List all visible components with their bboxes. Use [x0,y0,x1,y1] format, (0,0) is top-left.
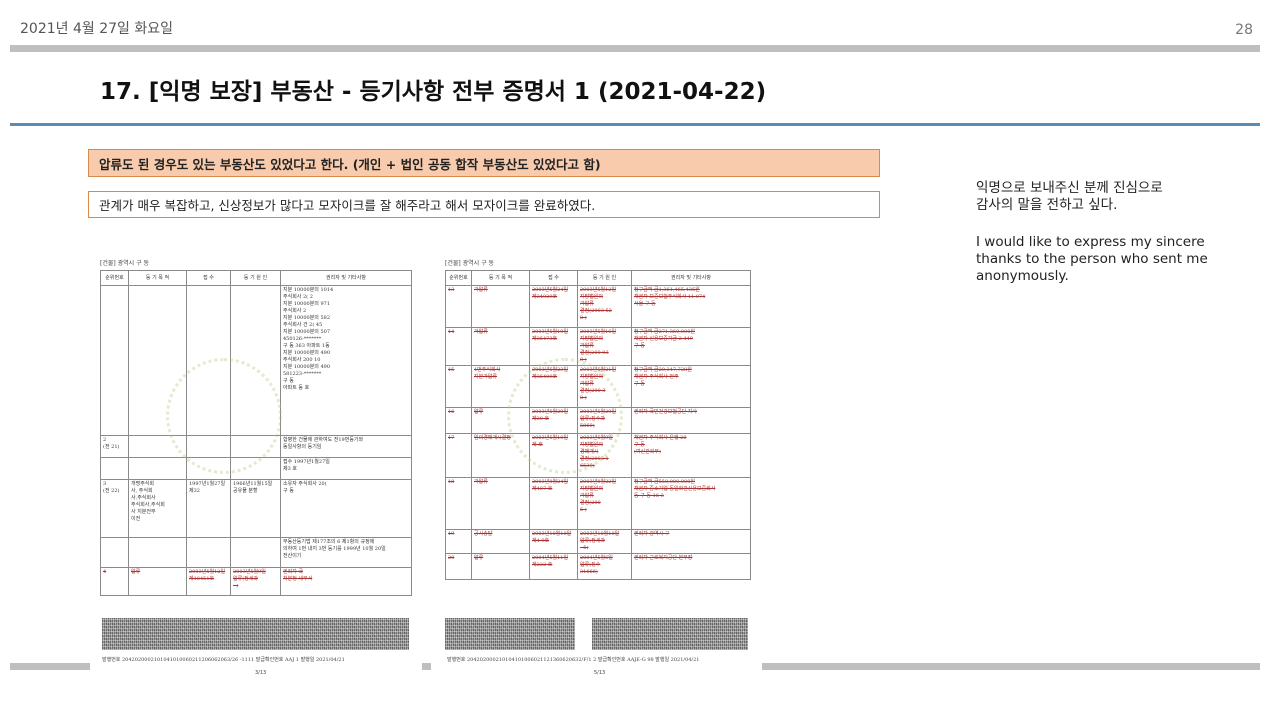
mosaic-redaction [445,618,575,650]
document-heading: [건물] 광역시 구 동 [445,260,495,267]
table-cell: 2003년10월10일 제4 9호 [529,529,578,554]
table-cell [100,537,129,568]
document-heading: [건물] 광역시 구 동 [100,260,150,267]
slide-page-number: 28 [1235,22,1253,38]
highlight-note-text: 압류도 된 경우도 있는 부동산도 있었다고 한다. (개인 + 법인 공동 합… [99,156,601,172]
table-cell: 2003년8월22일 지방법원의 가압류 결정(200 6 ) [577,477,632,530]
document-footer: 발행번호 2042020002101041010060211206062063/… [102,657,345,663]
table-cell: 13 [445,285,472,328]
side-note-korean: 익명으로 보내주신 분께 진심으로 감사의 말을 전하고 싶다. [976,180,1163,213]
side-note-english: I would like to express my sincere thank… [976,234,1208,284]
column-header: 권리자 및 기타사항 [280,270,412,286]
highlight-note: 압류도 된 경우도 있는 부동산도 있었다고 한다. (개인 + 법인 공동 합… [88,149,880,177]
table-cell: 권리자 국민건강보험공단 지사 [631,407,751,434]
table-cell [128,537,187,568]
table-cell: 14 [445,327,472,366]
table-cell: 3 (전 22) [100,479,129,538]
table-cell: 권리자 근로복지공단 본부장 [631,553,751,580]
table-cell: 접수 1997년1월27일 제3 호 [280,457,412,480]
table-cell: 가압류 [471,477,530,530]
document-page-number: 3/13 [255,670,267,676]
table-row: 4 압류 2003년5월12일 제18451호 2003년5월9일 압류(정세과 - … [100,567,412,596]
table-cell: 청구금액 금20,347,728원 채권자 주식회사 전주 구 동 [631,365,751,408]
table-row: 20 압류 2004년5월11일 제222 호 2004년5월6일 압류(징수 316… [445,553,751,580]
registry-document-page-3: [건물] 광역시 구 동 순위번호 등 기 목 적접 수등 기 원 인 권리자 및 … [100,258,412,596]
info-note: 관계가 매우 복잡하고, 신상정보가 많다고 모자이크를 잘 해주라고 해서 모… [88,191,880,218]
table-cell: 1966년11월15일 공유물 분할 [230,479,281,538]
document-footer: 발행번호 20420200021010410100602112136062063… [447,657,700,663]
table-row: 18 가압류 2003년8월24일 제407 호 2003년8월22일 지방법원의 가… [445,477,751,530]
table-cell: 19 [445,529,472,554]
table-cell: 2003년5월24일 제34929호 [529,285,578,328]
column-header: 접 수 [529,270,578,286]
table-cell: 압류 [471,553,530,580]
table-cell: 청구금액 금1,361,465,435원 채권자 보증보험주식회사 11 074… [631,285,751,328]
top-divider [10,45,1260,52]
column-header: 등 기 목 적 [471,270,530,286]
table-row: 부동산등기법 제177조의 6 제1항의 규정에 의하여 1번 내지 3번 등기… [100,537,412,568]
registry-document-page-5: [건물] 광역시 구 동 순위번호 등 기 목 적접 수등 기 원 인 권리자 및 … [445,258,751,580]
watermark-seal [507,358,623,474]
table-cell: 15 [445,365,472,408]
table-cell: 2004년5월6일 압류(징수 31666) [577,553,632,580]
table-cell: 2003년10월10일 압류(정세과 - 5) [577,529,632,554]
table-cell: 가압류 [471,285,530,328]
table-cell [100,285,129,436]
column-header: 접 수 [186,270,231,286]
table-cell: 2003년5월12일 제18451호 [186,567,231,596]
document-page-number: 5/13 [594,670,606,676]
table-row: 13 가압류 2003년5월24일 제34929호 2003년5월12일 지방법원의 … [445,285,751,328]
slide-title: 17. [익명 보장] 부동산 - 등기사항 전부 증명서 1 (2021-04… [100,79,767,105]
column-header: 등 기 원 인 [230,270,281,286]
table-cell: 소유자 주식회사 20( 구 동 [280,479,412,538]
table-cell: 권리자 광역시 구 [631,529,751,554]
table-cell: 청구금액 금271,360,000원 채권자 신용보증기금 2 449 구 동 [631,327,751,366]
table-cell: 2004년5월11일 제222 호 [529,553,578,580]
watermark-seal [166,358,282,474]
mosaic-redaction [102,618,409,650]
column-header: 등 기 목 적 [128,270,187,286]
bottom-divider [422,663,431,670]
table-cell: 개명주식회 사, 주식회 사,주식회사 주식회사,주식회 사 지분전부 이전 [128,479,187,538]
table-cell [186,537,231,568]
table-cell: 가압류 [471,327,530,366]
table-cell: 채권자 주식회사 은행 20 구 동 (여신관리부) [631,433,751,478]
table-cell: 2003년5월16일 지방법원의 가압류 결정(200 03 8 ) [577,327,632,366]
table-cell: 지분 10000분의 1014 주식회사 2( 2 지분 10000분의 971… [280,285,412,436]
mosaic-redaction [592,618,748,650]
table-row: 19 공시송달 2003년10월10일 제4 9호 2003년10월10일 압류(정세… [445,529,751,554]
table-cell: 4 [100,567,129,596]
column-header: 등 기 원 인 [577,270,632,286]
table-row: 14 가압류 2003년5월19일 제35473호 2003년5월16일 지방법원의 … [445,327,751,366]
column-header: 순위번호 [100,270,129,286]
column-header: 권리자 및 기타사항 [631,270,751,286]
table-row: 3 (전 22) 개명주식회 사, 주식회 사,주식회사 주식회사,주식회 사 지… [100,479,412,538]
table-cell: 17 [445,433,472,478]
table-cell: 청구금액 금550,000,000원 채권자 중소기업 동일화관신용보증회사 동… [631,477,751,530]
slide-date: 2021년 4월 27일 화요일 [20,21,173,37]
table-cell: 2003년5월12일 지방법원의 가압류 결정(2003 52 8 ) [577,285,632,328]
table-cell: 16 [445,407,472,434]
bottom-divider [762,663,1260,670]
title-underline [10,123,1260,126]
table-cell: 합병한 건물에 관하여도 전19번등기와 동일사항의 등기임 [280,435,412,458]
table-cell: 18 [445,477,472,530]
table-cell: 압류 [128,567,187,596]
table-cell: 권리자 국 처분청 세무서 [280,567,412,596]
table-cell [230,537,281,568]
table-cell: 부동산등기법 제177조의 6 제1항의 규정에 의하여 1번 내지 3번 등기… [280,537,412,568]
table-cell: 2 (전 21) [100,435,129,458]
table-cell [128,457,187,480]
bottom-divider [10,663,90,670]
table-cell: 2003년5월9일 압류(정세과 - ) [230,567,281,596]
table-cell: 2003년8월24일 제407 호 [529,477,578,530]
table-cell: 20 [445,553,472,580]
table-cell: 공시송달 [471,529,530,554]
table-cell [100,457,129,480]
table-cell: 1997년1월27일 제32 [186,479,231,538]
info-note-text: 관계가 매우 복잡하고, 신상정보가 많다고 모자이크를 잘 해주라고 해서 모… [99,198,596,213]
column-header: 순위번호 [445,270,472,286]
